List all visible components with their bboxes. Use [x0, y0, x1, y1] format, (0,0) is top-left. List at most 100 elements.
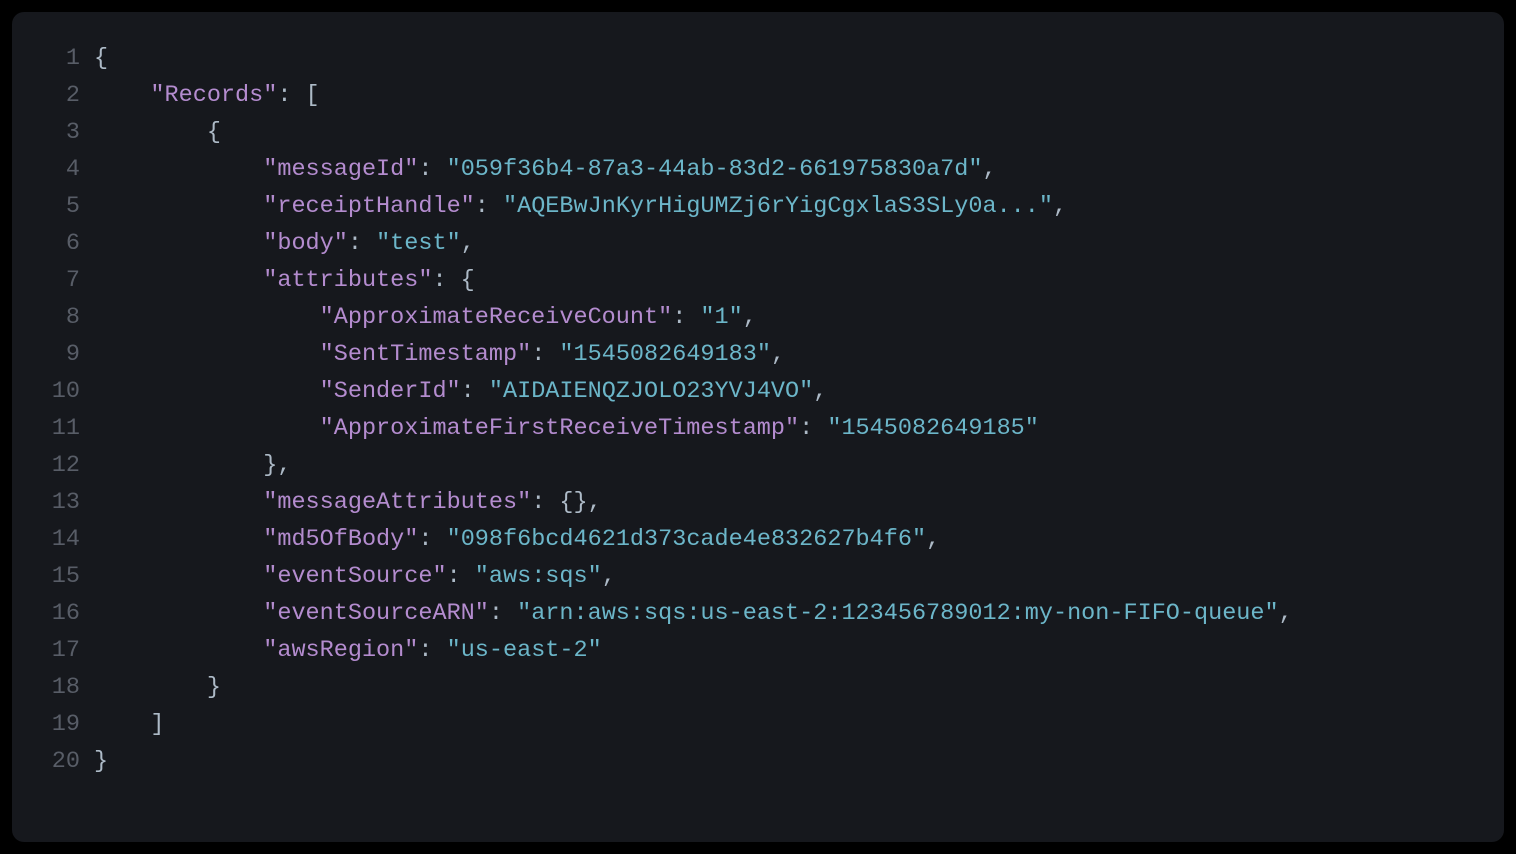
code-line[interactable]: 10 "SenderId": "AIDAIENQZJOLO23YVJ4VO", — [12, 373, 1504, 410]
code-token-punct — [94, 193, 263, 220]
code-line[interactable]: 20} — [12, 743, 1504, 780]
code-line[interactable]: 15 "eventSource": "aws:sqs", — [12, 558, 1504, 595]
code-line[interactable]: 5 "receiptHandle": "AQEBwJnKyrHigUMZj6rY… — [12, 188, 1504, 225]
code-line[interactable]: 17 "awsRegion": "us-east-2" — [12, 632, 1504, 669]
code-token-brace: }, — [94, 452, 291, 479]
code-content[interactable]: }, — [94, 447, 291, 484]
code-token-key: "attributes" — [263, 267, 432, 294]
code-token-punct: : — [418, 526, 446, 553]
code-token-punct: : — [672, 304, 700, 331]
code-token-key: "eventSource" — [263, 563, 446, 590]
code-line[interactable]: 11 "ApproximateFirstReceiveTimestamp": "… — [12, 410, 1504, 447]
code-content[interactable]: "eventSourceARN": "arn:aws:sqs:us-east-2… — [94, 595, 1293, 632]
line-number: 10 — [12, 373, 94, 410]
code-token-brace: } — [94, 674, 221, 701]
code-content[interactable]: "md5OfBody": "098f6bcd4621d373cade4e8326… — [94, 521, 940, 558]
code-line[interactable]: 13 "messageAttributes": {}, — [12, 484, 1504, 521]
code-token-punct — [94, 230, 263, 257]
code-token-key: "messageAttributes" — [263, 489, 531, 516]
code-token-key: "ApproximateReceiveCount" — [320, 304, 673, 331]
code-token-key: "Records" — [150, 82, 277, 109]
code-token-str: "1545082649183" — [559, 341, 771, 368]
code-content[interactable]: "eventSource": "aws:sqs", — [94, 558, 616, 595]
code-token-punct: : — [531, 341, 559, 368]
code-token-punct: : — [489, 600, 517, 627]
code-line[interactable]: 16 "eventSourceARN": "arn:aws:sqs:us-eas… — [12, 595, 1504, 632]
code-token-punct — [94, 637, 263, 664]
code-line[interactable]: 12 }, — [12, 447, 1504, 484]
code-token-str: "aws:sqs" — [475, 563, 602, 590]
code-line[interactable]: 18 } — [12, 669, 1504, 706]
code-content[interactable]: "Records": [ — [94, 77, 320, 114]
line-number: 5 — [12, 188, 94, 225]
code-token-brace: { — [94, 45, 108, 72]
line-number: 19 — [12, 706, 94, 743]
code-content[interactable]: } — [94, 669, 221, 706]
code-token-punct: : — [348, 230, 376, 257]
code-line[interactable]: 9 "SentTimestamp": "1545082649183", — [12, 336, 1504, 373]
code-content[interactable]: "SentTimestamp": "1545082649183", — [94, 336, 785, 373]
code-content[interactable]: "SenderId": "AIDAIENQZJOLO23YVJ4VO", — [94, 373, 827, 410]
code-line[interactable]: 2 "Records": [ — [12, 77, 1504, 114]
code-token-punct — [94, 600, 263, 627]
code-token-punct: , — [982, 156, 996, 183]
code-line[interactable]: 4 "messageId": "059f36b4-87a3-44ab-83d2-… — [12, 151, 1504, 188]
code-token-punct — [94, 267, 263, 294]
code-content[interactable]: "messageAttributes": {}, — [94, 484, 602, 521]
code-token-key: "awsRegion" — [263, 637, 418, 664]
code-block[interactable]: 1{2 "Records": [3 {4 "messageId": "059f3… — [12, 12, 1504, 842]
line-number: 1 — [12, 40, 94, 77]
code-content[interactable]: "attributes": { — [94, 262, 475, 299]
code-content[interactable]: "ApproximateFirstReceiveTimestamp": "154… — [94, 410, 1039, 447]
code-token-key: "SenderId" — [320, 378, 461, 405]
line-number: 20 — [12, 743, 94, 780]
code-line[interactable]: 1{ — [12, 40, 1504, 77]
code-token-punct: : {}, — [531, 489, 602, 516]
code-token-str: "098f6bcd4621d373cade4e832627b4f6" — [447, 526, 926, 553]
code-content[interactable]: "messageId": "059f36b4-87a3-44ab-83d2-66… — [94, 151, 997, 188]
code-token-key: "receiptHandle" — [263, 193, 475, 220]
code-token-key: "ApproximateFirstReceiveTimestamp" — [320, 415, 799, 442]
code-content[interactable]: "receiptHandle": "AQEBwJnKyrHigUMZj6rYig… — [94, 188, 1067, 225]
code-line[interactable]: 6 "body": "test", — [12, 225, 1504, 262]
code-token-punct: , — [1053, 193, 1067, 220]
code-token-punct — [94, 304, 320, 331]
code-token-str: "059f36b4-87a3-44ab-83d2-661975830a7d" — [447, 156, 983, 183]
code-content[interactable]: { — [94, 40, 108, 77]
code-line[interactable]: 3 { — [12, 114, 1504, 151]
line-number: 4 — [12, 151, 94, 188]
code-line[interactable]: 7 "attributes": { — [12, 262, 1504, 299]
code-content[interactable]: "awsRegion": "us-east-2" — [94, 632, 602, 669]
code-token-str: "1545082649185" — [827, 415, 1039, 442]
line-number: 12 — [12, 447, 94, 484]
code-content[interactable]: ] — [94, 706, 165, 743]
code-token-brace: ] — [94, 711, 165, 738]
code-token-punct: : { — [432, 267, 474, 294]
code-token-punct: , — [743, 304, 757, 331]
code-content[interactable]: { — [94, 114, 221, 151]
line-number: 14 — [12, 521, 94, 558]
code-token-key: "body" — [263, 230, 348, 257]
code-token-punct — [94, 82, 150, 109]
code-token-punct: , — [813, 378, 827, 405]
line-number: 18 — [12, 669, 94, 706]
code-content[interactable]: "ApproximateReceiveCount": "1", — [94, 299, 757, 336]
line-number: 2 — [12, 77, 94, 114]
code-token-str: "arn:aws:sqs:us-east-2:123456789012:my-n… — [517, 600, 1279, 627]
line-number: 15 — [12, 558, 94, 595]
code-token-punct: , — [461, 230, 475, 257]
code-token-punct: , — [602, 563, 616, 590]
code-token-punct — [94, 341, 320, 368]
code-line[interactable]: 14 "md5OfBody": "098f6bcd4621d373cade4e8… — [12, 521, 1504, 558]
code-token-key: "md5OfBody" — [263, 526, 418, 553]
code-token-punct — [94, 156, 263, 183]
code-token-punct — [94, 378, 320, 405]
code-content[interactable]: } — [94, 743, 108, 780]
line-number: 11 — [12, 410, 94, 447]
code-token-str: "AIDAIENQZJOLO23YVJ4VO" — [489, 378, 813, 405]
code-line[interactable]: 8 "ApproximateReceiveCount": "1", — [12, 299, 1504, 336]
code-token-punct: , — [926, 526, 940, 553]
code-content[interactable]: "body": "test", — [94, 225, 475, 262]
code-line[interactable]: 19 ] — [12, 706, 1504, 743]
line-number: 8 — [12, 299, 94, 336]
